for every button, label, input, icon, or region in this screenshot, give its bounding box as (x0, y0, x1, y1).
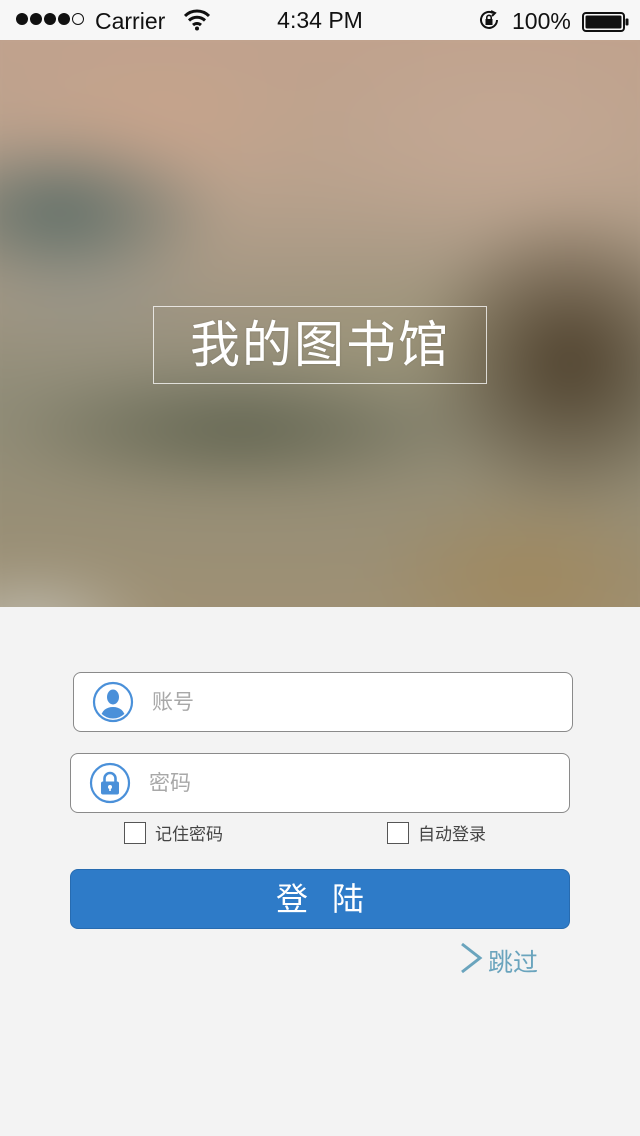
battery-percentage: 100% (512, 8, 571, 34)
remember-password-label: 记住密码 (155, 825, 223, 845)
password-input[interactable] (149, 762, 549, 804)
remember-password-option[interactable]: 记住密码 (124, 820, 223, 845)
user-icon (92, 681, 134, 723)
skip-link[interactable]: 跳过 (458, 942, 538, 980)
login-button[interactable]: 登陆 (70, 869, 570, 929)
app-title: 我的图书馆 (153, 306, 487, 384)
login-screen: Carrier 4:34 PM 100% 我的图书馆 账号 记住密码 自动登录 … (0, 0, 640, 1136)
rotation-lock-icon (478, 9, 500, 37)
auto-login-checkbox[interactable] (387, 821, 409, 844)
status-bar: Carrier 4:34 PM 100% (0, 0, 640, 40)
chevron-right-icon (458, 942, 484, 980)
skip-label: 跳过 (488, 948, 539, 977)
battery-icon (582, 11, 630, 38)
password-field[interactable] (70, 753, 570, 813)
auto-login-option[interactable]: 自动登录 (387, 820, 486, 845)
remember-password-checkbox[interactable] (124, 821, 146, 844)
account-field[interactable] (73, 672, 573, 732)
auto-login-label: 自动登录 (418, 825, 486, 845)
account-input[interactable] (152, 681, 552, 723)
lock-icon (89, 762, 131, 804)
